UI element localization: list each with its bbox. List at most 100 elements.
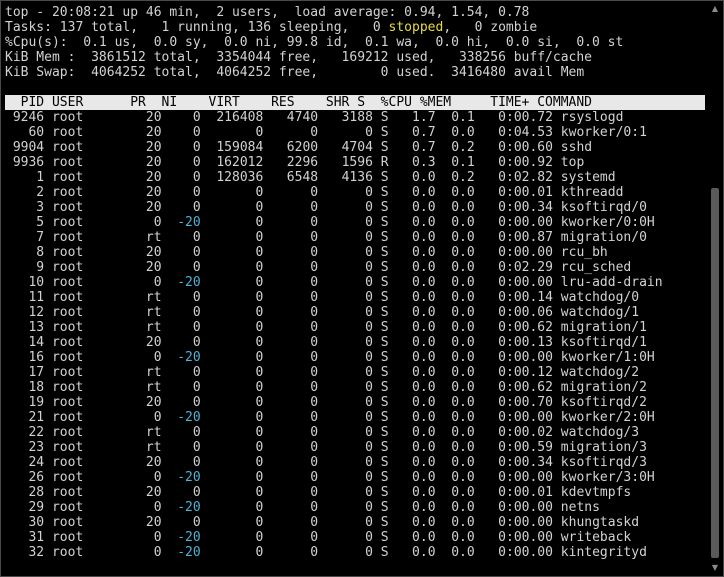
vertical-scrollbar[interactable]: ▲ ▼ — [708, 2, 722, 575]
table-row: 17 root rt 0 0 0 0 S 0.0 0.0 0:00.12 wat… — [5, 365, 663, 380]
table-row: 11 root rt 0 0 0 0 S 0.0 0.0 0:00.14 wat… — [5, 290, 663, 305]
process-mem: 0.0 — [435, 350, 475, 365]
process-virt: 0 — [200, 290, 264, 305]
process-priority: 20 — [122, 395, 162, 410]
process-virt: 0 — [200, 425, 264, 440]
table-row: 5 root 0 -20 0 0 0 S 0.0 0.0 0:00.00 kwo… — [5, 215, 663, 230]
process-state: S — [372, 545, 389, 560]
process-shr: 4136 — [318, 170, 373, 185]
process-mem: 0.0 — [435, 275, 475, 290]
process-state: S — [372, 260, 389, 275]
process-priority: 20 — [122, 170, 162, 185]
process-pid: 13 — [5, 320, 45, 335]
scroll-up-icon[interactable]: ▲ — [708, 2, 722, 16]
process-virt: 0 — [200, 185, 264, 200]
process-nice: 0 — [169, 515, 201, 530]
process-mem: 0.0 — [435, 215, 475, 230]
process-mem: 0.0 — [435, 455, 475, 470]
process-command: kworker/0:1 — [560, 125, 647, 140]
process-cpu: 0.0 — [388, 470, 436, 485]
process-user: root — [51, 140, 115, 155]
table-row: 9936 root 20 0 162012 2296 1596 R 0.3 0.… — [5, 155, 663, 170]
process-mem: 0.0 — [435, 410, 475, 425]
process-shr: 3188 — [318, 110, 373, 125]
process-nice: 0 — [169, 425, 201, 440]
scroll-thumb[interactable] — [711, 188, 719, 558]
process-res: 6200 — [263, 140, 319, 155]
process-state: S — [372, 110, 389, 125]
process-res: 0 — [263, 410, 319, 425]
process-state: S — [372, 470, 389, 485]
process-user: root — [51, 110, 115, 125]
process-virt: 159084 — [200, 140, 264, 155]
process-pid: 29 — [5, 500, 45, 515]
process-shr: 0 — [318, 530, 373, 545]
process-nice: 0 — [169, 125, 201, 140]
process-user: root — [51, 365, 115, 380]
process-cpu: 0.7 — [388, 140, 436, 155]
process-virt: 162012 — [200, 155, 264, 170]
process-shr: 0 — [318, 335, 373, 350]
process-shr: 0 — [318, 395, 373, 410]
process-cpu: 0.0 — [388, 245, 436, 260]
process-pid: 3 — [5, 200, 45, 215]
process-user: root — [51, 260, 115, 275]
process-nice: 0 — [169, 185, 201, 200]
process-pid: 11 — [5, 290, 45, 305]
process-priority: 0 — [122, 530, 162, 545]
process-time: 0:00.59 — [474, 440, 553, 455]
process-mem: 0.0 — [435, 230, 475, 245]
process-res: 0 — [263, 185, 319, 200]
process-state: S — [372, 320, 389, 335]
scroll-down-icon[interactable]: ▼ — [708, 561, 722, 575]
process-user: root — [51, 485, 115, 500]
process-shr: 0 — [318, 350, 373, 365]
process-user: root — [51, 335, 115, 350]
process-virt: 0 — [200, 125, 264, 140]
process-nice: 0 — [169, 260, 201, 275]
process-mem: 0.0 — [435, 470, 475, 485]
process-res: 0 — [263, 530, 319, 545]
process-virt: 216408 — [200, 110, 264, 125]
terminal-window[interactable]: top - 20:08:21 up 46 min, 2 users, load … — [0, 0, 724, 577]
process-shr: 4704 — [318, 140, 373, 155]
process-mem: 0.0 — [435, 305, 475, 320]
process-virt: 0 — [200, 410, 264, 425]
process-pid: 1 — [5, 170, 45, 185]
process-user: root — [51, 470, 115, 485]
process-res: 0 — [263, 260, 319, 275]
process-nice: 0 — [169, 110, 201, 125]
process-nice: 0 — [169, 365, 201, 380]
process-nice: -20 — [169, 215, 201, 230]
table-row: 16 root 0 -20 0 0 0 S 0.0 0.0 0:00.00 kw… — [5, 350, 663, 365]
process-res: 0 — [263, 200, 319, 215]
process-shr: 0 — [318, 185, 373, 200]
process-command: lru-add-drain — [560, 275, 663, 290]
process-res: 2296 — [263, 155, 319, 170]
process-command: migration/2 — [560, 380, 647, 395]
process-shr: 0 — [318, 545, 373, 560]
process-shr: 0 — [318, 125, 373, 140]
process-res: 0 — [263, 455, 319, 470]
tasks-stopped-label: stopped — [388, 20, 444, 35]
process-priority: 0 — [122, 410, 162, 425]
process-mem: 0.0 — [435, 500, 475, 515]
process-pid: 24 — [5, 455, 45, 470]
process-res: 0 — [263, 350, 319, 365]
process-res: 6548 — [263, 170, 319, 185]
process-time: 0:00.72 — [474, 110, 553, 125]
process-command: ksoftirqd/1 — [560, 335, 647, 350]
process-time: 0:00.62 — [474, 380, 553, 395]
process-virt: 0 — [200, 305, 264, 320]
process-virt: 0 — [200, 395, 264, 410]
process-mem: 0.1 — [435, 155, 475, 170]
table-row: 31 root 0 -20 0 0 0 S 0.0 0.0 0:00.00 wr… — [5, 530, 663, 545]
process-command: watchdog/0 — [560, 290, 640, 305]
table-row: 12 root rt 0 0 0 0 S 0.0 0.0 0:00.06 wat… — [5, 305, 663, 320]
process-shr: 0 — [318, 200, 373, 215]
process-state: S — [372, 200, 389, 215]
process-cpu: 0.0 — [388, 170, 436, 185]
process-time: 0:00.60 — [474, 140, 553, 155]
process-shr: 0 — [318, 320, 373, 335]
process-time: 0:04.53 — [474, 125, 553, 140]
